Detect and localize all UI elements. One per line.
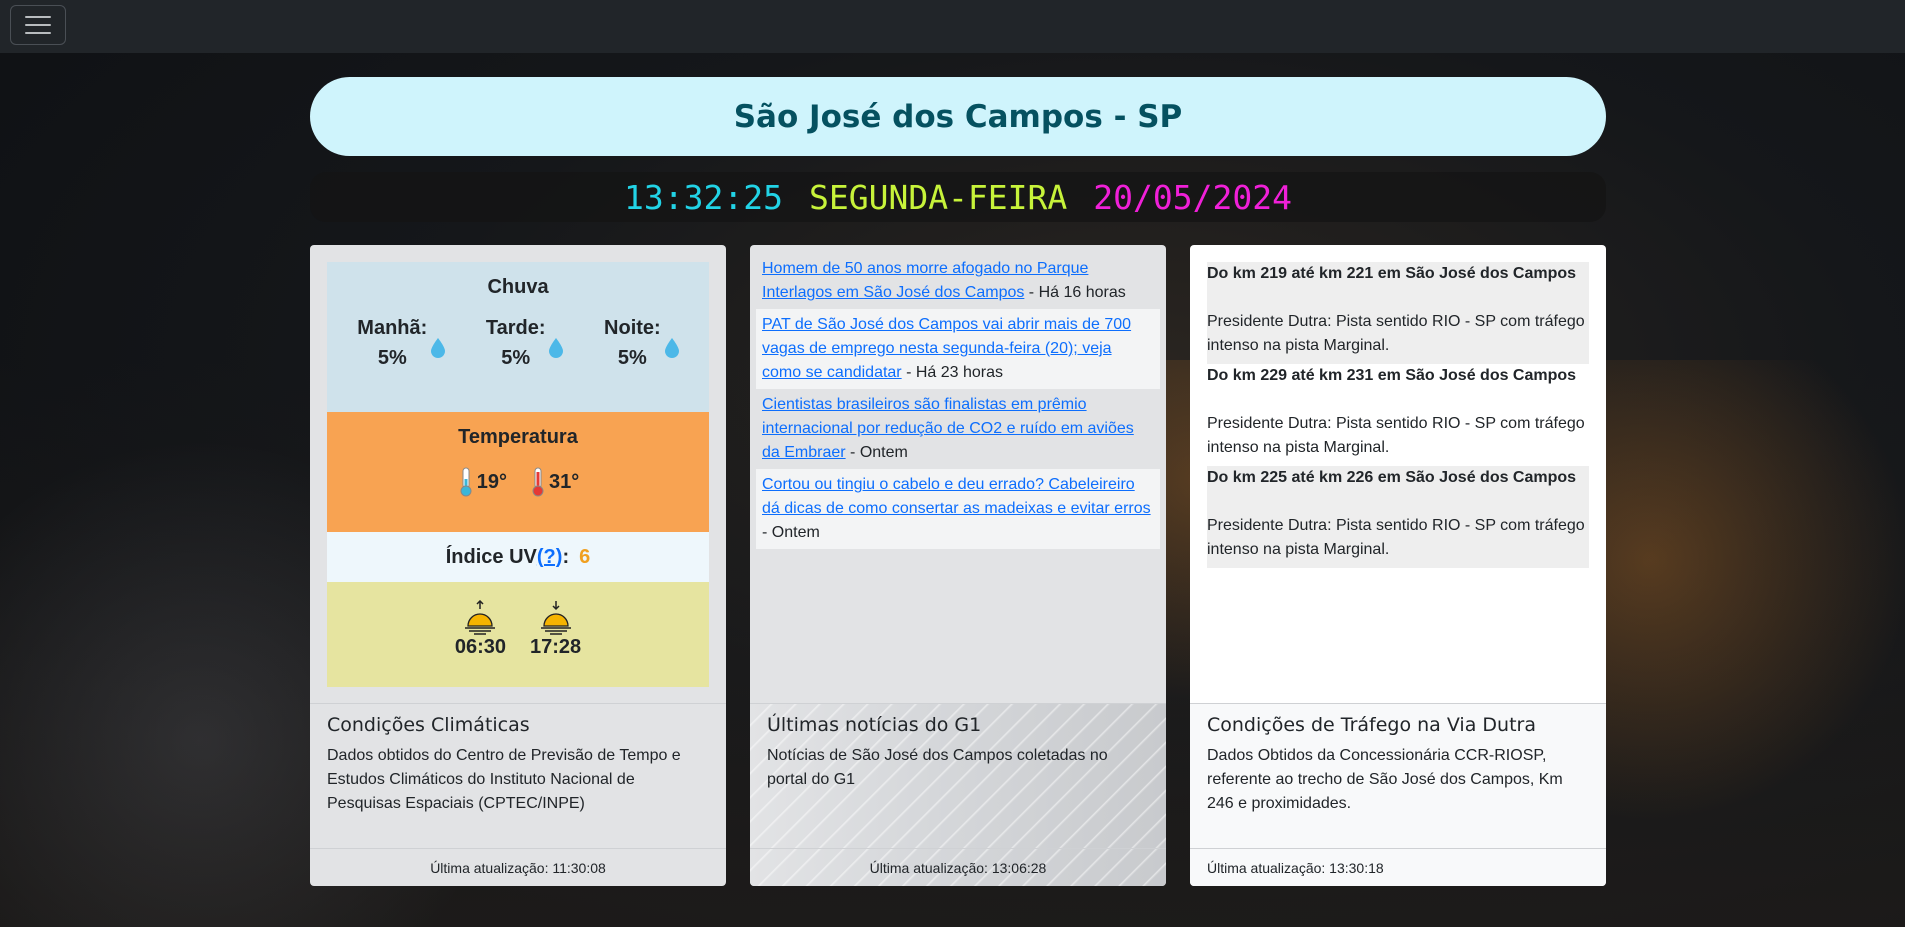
news-card-body: Homem de 50 anos morre afogado no Parque… bbox=[750, 245, 1166, 703]
news-card-description: Notícias de São José dos Campos coletada… bbox=[767, 747, 1108, 788]
traffic-description: Presidente Dutra: Pista sentido RIO - SP… bbox=[1207, 415, 1585, 456]
weather-card-body: Chuva Manhã: 5% Tarde: 5% Noite: 5% Temp… bbox=[310, 245, 726, 703]
rain-morning-value: 5% bbox=[377, 347, 407, 369]
hamburger-menu-icon bbox=[25, 16, 51, 18]
rain-night-label: Noite: bbox=[604, 317, 661, 339]
menu-toggle-button[interactable] bbox=[10, 5, 66, 45]
hamburger-menu-icon-bar bbox=[25, 24, 51, 26]
traffic-card-title: Condições de Tráfego na Via Dutra bbox=[1207, 714, 1536, 736]
temperature-section: Temperatura 19° 31° bbox=[327, 412, 709, 532]
traffic-card: Do km 219 até km 221 em São José dos Cam… bbox=[1190, 245, 1606, 886]
news-link[interactable]: Cortou ou tingiu o cabelo e deu errado? … bbox=[762, 476, 1151, 517]
traffic-card-text: Condições de Tráfego na Via Dutra Dados … bbox=[1190, 703, 1606, 848]
rain-section: Chuva Manhã: 5% Tarde: 5% Noite: 5% bbox=[327, 262, 709, 412]
temperature-min: 19° bbox=[457, 467, 507, 497]
weather-card-description: Dados obtidos do Centro de Previsão de T… bbox=[327, 747, 681, 812]
top-navbar bbox=[0, 0, 1905, 53]
rain-title: Chuva bbox=[487, 276, 549, 298]
news-item: Homem de 50 anos morre afogado no Parque… bbox=[756, 253, 1160, 309]
rain-night: Noite: 5% bbox=[604, 313, 679, 373]
traffic-item: Do km 219 até km 221 em São José dos Cam… bbox=[1207, 262, 1589, 364]
rain-afternoon-value: 5% bbox=[501, 347, 531, 369]
temperature-max: 31° bbox=[529, 467, 579, 497]
news-item: Cortou ou tingiu o cabelo e deu errado? … bbox=[756, 469, 1160, 549]
temperature-row: 19° 31° bbox=[327, 467, 709, 497]
uv-index-value: 6 bbox=[579, 545, 591, 568]
sunset-time: 17:28 bbox=[530, 636, 582, 658]
news-card-footer-text: Última atualização: 13:06:28 bbox=[869, 859, 1047, 876]
thermometer-hot-icon bbox=[532, 467, 544, 497]
clock-bar: 13:32:25 SEGUNDA-FEIRA 20/05/2024 bbox=[310, 172, 1606, 222]
weather-card: Chuva Manhã: 5% Tarde: 5% Noite: 5% Temp… bbox=[310, 245, 726, 886]
water-drop-icon bbox=[431, 338, 446, 358]
temperature-max-value: 31° bbox=[549, 470, 580, 493]
news-item: PAT de São José dos Campos vai abrir mai… bbox=[756, 309, 1160, 389]
traffic-description: Presidente Dutra: Pista sentido RIO - SP… bbox=[1207, 313, 1585, 354]
news-time: - Ontem bbox=[845, 444, 908, 461]
traffic-card-description: Dados Obtidos da Concessionária CCR-RIOS… bbox=[1207, 747, 1563, 812]
water-drop-icon bbox=[664, 338, 679, 358]
weather-card-footer: Última atualização: 11:30:08 bbox=[310, 848, 726, 886]
uv-help-link[interactable]: (?) bbox=[537, 546, 563, 569]
news-card-text: Últimas notícias do G1 Notícias de São J… bbox=[750, 703, 1166, 848]
clock-time: 13:32:25 bbox=[624, 177, 783, 217]
news-time: - Há 23 horas bbox=[901, 364, 1004, 381]
city-title: São José dos Campos - SP bbox=[310, 77, 1606, 156]
sunrise-time: 06:30 bbox=[454, 636, 506, 658]
rain-afternoon-label: Tarde: bbox=[485, 317, 546, 339]
sunrise: 06:30 bbox=[455, 600, 506, 687]
traffic-location: Do km 229 até km 231 em São José dos Cam… bbox=[1207, 367, 1577, 384]
traffic-description: Presidente Dutra: Pista sentido RIO - SP… bbox=[1207, 517, 1585, 558]
news-link[interactable]: Cientistas brasileiros são finalistas em… bbox=[762, 396, 1134, 461]
water-drop-icon bbox=[549, 338, 564, 358]
thermometer-cold-icon bbox=[460, 467, 472, 497]
uv-index-label: Índice UV bbox=[445, 545, 537, 568]
hamburger-menu-icon-bar bbox=[25, 32, 51, 34]
sun-section: 06:30 17:28 bbox=[327, 582, 709, 687]
sunrise-icon bbox=[465, 600, 496, 635]
traffic-location: Do km 219 até km 221 em São José dos Cam… bbox=[1207, 265, 1577, 282]
traffic-item: Do km 229 até km 231 em São José dos Cam… bbox=[1207, 364, 1589, 466]
news-list: Homem de 50 anos morre afogado no Parque… bbox=[756, 253, 1160, 549]
rain-morning: Manhã: 5% bbox=[357, 313, 446, 373]
news-time: - Há 16 horas bbox=[1024, 284, 1126, 301]
clock-date: 20/05/2024 bbox=[1093, 177, 1292, 217]
traffic-item: Do km 225 até km 226 em São José dos Cam… bbox=[1207, 466, 1589, 568]
temperature-min-value: 19° bbox=[476, 470, 507, 493]
news-time: - Ontem bbox=[762, 524, 820, 541]
uv-colon: : bbox=[562, 545, 570, 568]
rain-afternoon: Tarde: 5% bbox=[486, 313, 564, 373]
news-card: Homem de 50 anos morre afogado no Parque… bbox=[750, 245, 1166, 886]
traffic-location: Do km 225 até km 226 em São José dos Cam… bbox=[1207, 469, 1577, 486]
temperature-title: Temperatura bbox=[458, 426, 578, 448]
rain-night-value: 5% bbox=[617, 347, 647, 369]
sunset-icon bbox=[540, 601, 571, 635]
traffic-card-footer: Última atualização: 13:30:18 bbox=[1190, 848, 1606, 886]
rain-morning-label: Manhã: bbox=[357, 317, 428, 339]
clock-weekday: SEGUNDA-FEIRA bbox=[808, 177, 1068, 217]
news-card-title: Últimas notícias do G1 bbox=[767, 714, 982, 736]
news-item: Cientistas brasileiros são finalistas em… bbox=[756, 389, 1160, 469]
weather-card-text: Condições Climáticas Dados obtidos do Ce… bbox=[310, 703, 726, 848]
traffic-card-body: Do km 219 até km 221 em São José dos Cam… bbox=[1190, 245, 1606, 703]
weather-card-title: Condições Climáticas bbox=[327, 714, 530, 736]
news-card-footer: Última atualização: 13:06:28 bbox=[750, 848, 1166, 886]
uv-index-section: Índice UV (?) : 6 bbox=[327, 532, 709, 582]
sunset: 17:28 bbox=[530, 600, 581, 687]
rain-row: Manhã: 5% Tarde: 5% Noite: 5% bbox=[327, 313, 709, 373]
